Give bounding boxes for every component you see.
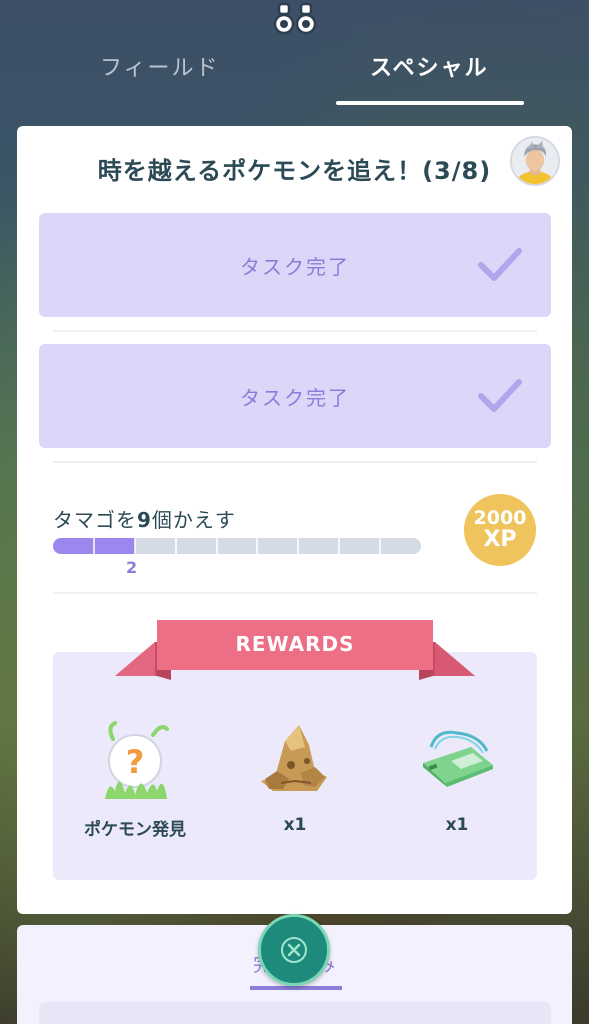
reward-item-encounter[interactable]: ? ポケモン発見 xyxy=(60,721,210,841)
progress-segment-divider xyxy=(379,538,382,554)
xp-unit: XP xyxy=(483,527,517,552)
svg-text:?: ? xyxy=(126,743,145,781)
task-suffix: 個かえす xyxy=(151,508,236,532)
progress-segment-divider xyxy=(338,538,341,554)
divider xyxy=(53,461,537,463)
progress-segment-divider xyxy=(215,538,218,554)
reward-item-ticket[interactable]: x1 xyxy=(382,721,532,841)
divider xyxy=(53,330,537,332)
completed-task-1[interactable]: タスク完了 xyxy=(39,213,551,317)
reward-item-fossil[interactable]: x1 xyxy=(220,721,370,841)
progress-segment-divider xyxy=(297,538,300,554)
progress-segment-divider xyxy=(174,538,177,554)
task-prefix: タマゴを xyxy=(53,508,137,532)
progress-segment-divider xyxy=(92,538,95,554)
task-count: 9 xyxy=(137,508,152,532)
close-icon xyxy=(281,937,307,963)
special-research-card: 時を越えるポケモンを追え！(3/8) タスク完了 タスク完了 タマゴを9個かえす xyxy=(17,126,572,914)
green-ticket-icon xyxy=(423,730,493,787)
quest-tabs: フィールド スペシャル xyxy=(0,50,589,110)
checkmark-icon xyxy=(478,248,522,281)
reward-caption: ポケモン発見 xyxy=(84,820,186,840)
active-tab-indicator xyxy=(336,101,524,105)
reward-caption: x1 xyxy=(445,815,469,835)
xp-reward-badge: 2000 XP xyxy=(464,494,536,566)
reward-caption: x1 xyxy=(283,815,307,835)
ancient-fossil-icon xyxy=(261,725,327,791)
progress-segment-divider xyxy=(256,538,259,554)
completed-task-2[interactable]: タスク完了 xyxy=(39,344,551,448)
rewards-banner-label: REWARDS xyxy=(235,632,355,656)
tab-special[interactable]: スペシャル xyxy=(370,50,488,82)
completed-tab-indicator xyxy=(250,986,342,990)
task-progress-bar xyxy=(53,538,421,554)
pokemon-encounter-icon: ? xyxy=(105,721,169,799)
progress-segment-divider xyxy=(133,538,136,554)
close-button[interactable] xyxy=(258,914,330,986)
progress-count: 2 xyxy=(126,558,138,577)
xp-amount: 2000 xyxy=(473,507,527,529)
professor-avatar-icon xyxy=(512,138,558,184)
current-task[interactable]: タマゴを9個かえす 2 xyxy=(53,502,533,582)
divider xyxy=(53,592,537,594)
professor-avatar[interactable] xyxy=(510,136,560,186)
completed-quest-preview[interactable] xyxy=(39,1002,551,1024)
quest-title: 時を越えるポケモンを追え！(3/8) xyxy=(97,157,492,185)
binoculars-icon[interactable] xyxy=(273,2,317,36)
checkmark-icon xyxy=(478,379,522,412)
task-description: タマゴを9個かえす xyxy=(53,504,236,533)
tab-field[interactable]: フィールド xyxy=(100,50,220,82)
task-complete-label: タスク完了 xyxy=(240,386,350,410)
task-complete-label: タスク完了 xyxy=(240,255,350,279)
